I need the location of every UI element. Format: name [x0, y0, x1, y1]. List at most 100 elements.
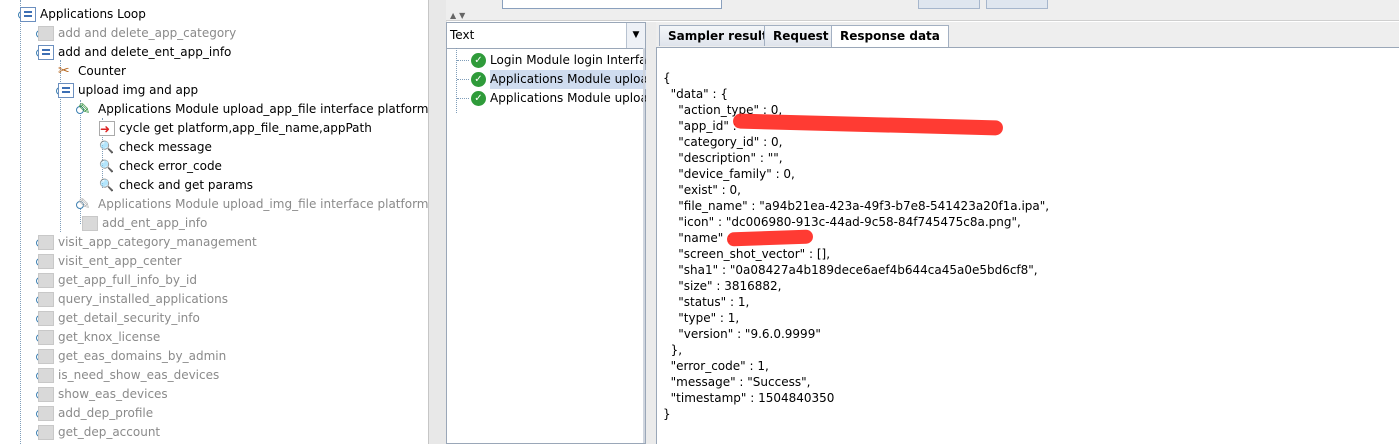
assertion-icon: 🔍: [99, 178, 114, 192]
result-item-label: Applications Module upload_: [490, 70, 662, 89]
tree-item-label: upload img and app: [78, 83, 199, 97]
tree-item-label: show_eas_devices: [58, 387, 168, 401]
tree-item-label: check error_code: [119, 159, 222, 173]
tree-item[interactable]: Applications Loop: [0, 5, 428, 24]
tree-item[interactable]: ➜ cycle get platform,app_file_name,appPat…: [0, 119, 428, 138]
tab-sampler-result[interactable]: Sampler result: [659, 25, 777, 46]
controller-icon: [38, 273, 54, 288]
csv-config-icon: ➜: [99, 121, 115, 136]
controller-icon: [58, 83, 74, 98]
tree-connector: [457, 60, 469, 61]
tree-item-label: check message: [119, 140, 212, 154]
controller-icon: [82, 216, 98, 231]
controller-icon: [38, 406, 54, 421]
controller-icon: [38, 235, 54, 250]
results-tree-pane: Text ▼ ✓ Login Module login Interface ✓ App…: [446, 22, 662, 444]
response-data-panel[interactable]: { "data" : { "action_type" : 0, "app_id"…: [656, 47, 1399, 444]
controller-icon: [38, 254, 54, 269]
tree-item[interactable]: get_detail_security_info: [0, 309, 428, 328]
tree-item-label: Applications Loop: [40, 7, 146, 21]
renderer-select-value: Text: [450, 28, 475, 42]
tree-item-label: add and delete_app_category: [58, 26, 237, 40]
result-item-label: Login Module login Interface: [490, 53, 661, 67]
tree-item[interactable]: add_ent_app_info: [0, 214, 428, 233]
controller-icon: [38, 311, 54, 326]
pane-splitter[interactable]: [428, 0, 447, 444]
tree-item-label: get_app_full_info_by_id: [58, 273, 197, 287]
filter-input[interactable]: [502, 0, 722, 9]
assertion-icon: 🔍: [99, 159, 114, 173]
tree-item[interactable]: visit_ent_app_center: [0, 252, 428, 271]
success-check-icon: ✓: [471, 91, 486, 106]
controller-icon: [38, 387, 54, 402]
tree-item-label: Counter: [78, 64, 126, 78]
tree-item[interactable]: 🔍 check error_code: [0, 157, 428, 176]
controller-icon: [38, 368, 54, 383]
tree-item-label: query_installed_applications: [58, 292, 229, 306]
tab-response-data[interactable]: Response data: [831, 25, 949, 47]
tree-item-label: cycle get platform,app_file_name,appPath: [119, 121, 372, 135]
pane-splitter[interactable]: [646, 22, 656, 444]
tree-item[interactable]: get_knox_license: [0, 328, 428, 347]
tree-connector: [457, 79, 469, 80]
tree-item-label: check and get params: [119, 178, 254, 192]
controller-icon: [20, 7, 36, 22]
scrollbar[interactable]: [643, 48, 645, 443]
tree-item[interactable]: get_dep_account: [0, 423, 428, 442]
chevron-down-icon[interactable]: ▼: [626, 23, 645, 48]
controller-icon: [38, 425, 54, 440]
tree-item-label: is_need_show_eas_devices: [58, 368, 220, 382]
tree-item[interactable]: ✎ Applications Module upload_img_file int…: [0, 195, 428, 214]
renderer-select[interactable]: Text ▼: [447, 23, 645, 49]
tree-item[interactable]: show_eas_devices: [0, 385, 428, 404]
tree-item-label: get_eas_domains_by_admin: [58, 349, 227, 363]
tree-item[interactable]: add and delete_app_category: [0, 24, 428, 43]
success-check-icon: ✓: [471, 53, 486, 68]
tree-item[interactable]: 🔍 check message: [0, 138, 428, 157]
sampler-icon: ✎: [78, 100, 91, 118]
tree-item-label: add_ent_app_info: [102, 216, 208, 230]
tree-item[interactable]: is_need_show_eas_devices: [0, 366, 428, 385]
tree-item[interactable]: visit_app_category_management: [0, 233, 428, 252]
tree-item-label: get_knox_license: [58, 330, 161, 344]
tree-item-label: add and delete_ent_app_info: [58, 45, 232, 59]
tree-item[interactable]: add and delete_ent_app_info: [0, 43, 428, 62]
assertion-icon: 🔍: [99, 140, 114, 154]
toolbar-button[interactable]: [986, 0, 1048, 9]
tree-item-label: Applications Module upload_app_file inte…: [98, 102, 428, 116]
tab-request[interactable]: Request: [764, 25, 838, 46]
tree-item-label: get_dep_account: [58, 425, 161, 439]
controller-icon: [38, 45, 54, 60]
result-item[interactable]: ✓ Applications Module upload_: [447, 89, 661, 108]
result-tabs: Sampler result Request Response data: [656, 22, 1399, 47]
controller-icon: [38, 330, 54, 345]
tree-item-label: get_detail_security_info: [58, 311, 200, 325]
result-item[interactable]: ✓ Login Module login Interface: [447, 51, 660, 70]
success-check-icon: ✓: [471, 72, 486, 87]
test-plan-tree[interactable]: Applications Loop add and delete_app_cate…: [0, 0, 428, 444]
splitter-arrows-icon[interactable]: ▲▼: [450, 11, 468, 20]
tree-item-label: add_dep_profile: [58, 406, 154, 420]
tree-item[interactable]: 🔍 check and get params: [0, 176, 428, 195]
counter-tool-icon: ✂: [58, 63, 70, 79]
tree-item-label: Applications Module upload_img_file inte…: [98, 197, 428, 211]
controller-icon: [38, 292, 54, 307]
sampler-icon: ✎: [78, 195, 91, 213]
tree-item[interactable]: get_app_full_info_by_id: [0, 271, 428, 290]
tree-connector: [457, 98, 469, 99]
tree-item-label: visit_ent_app_center: [58, 254, 182, 268]
top-toolbar: [446, 0, 1399, 21]
tree-item[interactable]: ✎ Applications Module upload_app_file int…: [0, 100, 428, 119]
tree-item[interactable]: upload img and app: [0, 81, 428, 100]
controller-icon: [38, 26, 54, 41]
result-item-label: Applications Module upload_: [490, 91, 662, 105]
result-item[interactable]: ✓ Applications Module upload_: [447, 70, 662, 89]
redaction-mark: [726, 229, 814, 247]
controller-icon: [38, 349, 54, 364]
tree-item[interactable]: add_dep_profile: [0, 404, 428, 423]
tree-item[interactable]: get_eas_domains_by_admin: [0, 347, 428, 366]
tree-item-label: visit_app_category_management: [58, 235, 257, 249]
toolbar-button[interactable]: [918, 0, 980, 9]
tree-item[interactable]: query_installed_applications: [0, 290, 428, 309]
tree-item[interactable]: ✂ Counter: [0, 62, 428, 81]
